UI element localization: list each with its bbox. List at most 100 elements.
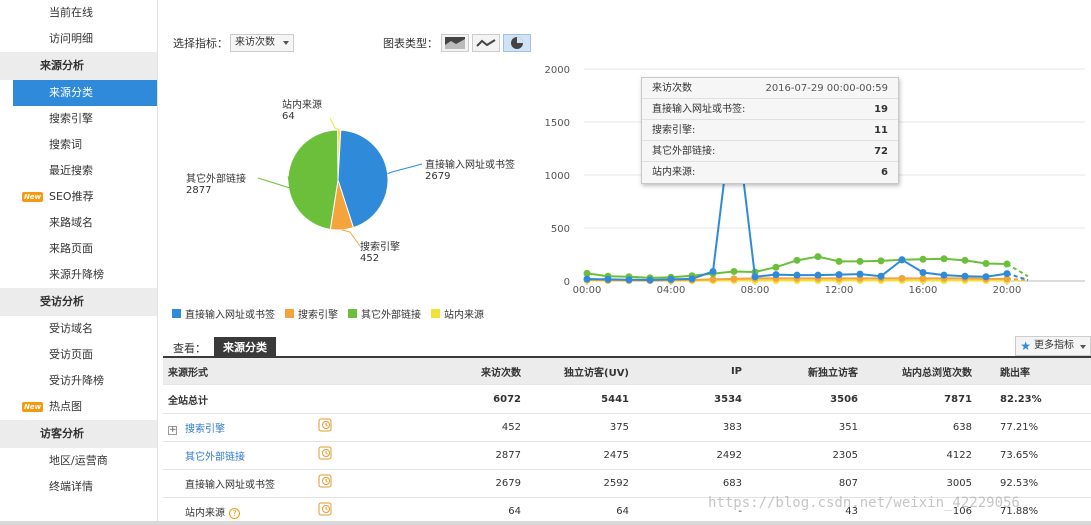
- source-link[interactable]: 搜索引擎: [185, 424, 225, 435]
- sidebar-item[interactable]: 地区/运营商: [0, 448, 157, 474]
- data-point[interactable]: [835, 271, 843, 279]
- data-point[interactable]: [583, 275, 591, 283]
- sidebar-item[interactable]: New 热点图: [0, 394, 157, 420]
- trend-chart-icon[interactable]: [318, 418, 332, 432]
- data-point[interactable]: [877, 257, 885, 265]
- legend-label: 其它外部链接: [361, 310, 421, 321]
- data-point[interactable]: [751, 273, 759, 281]
- data-point[interactable]: [877, 272, 885, 280]
- table-cell: 2475: [603, 450, 629, 461]
- trend-chart-icon[interactable]: [318, 502, 332, 516]
- trend-chart-icon[interactable]: [318, 446, 332, 460]
- table-cell: 807: [838, 478, 858, 489]
- source-label: 站内来源: [185, 508, 225, 519]
- data-point[interactable]: [1003, 270, 1011, 278]
- data-point[interactable]: [772, 263, 780, 271]
- data-point[interactable]: [814, 253, 822, 261]
- data-point[interactable]: [919, 255, 927, 263]
- tooltip-title: 来访次数: [652, 83, 692, 94]
- table-cell: 64: [508, 506, 521, 517]
- sidebar-item[interactable]: New SEO推荐: [0, 184, 157, 210]
- sidebar-item-label: 最近搜索: [49, 164, 93, 177]
- column-header[interactable]: 独立访客(UV): [521, 364, 629, 379]
- sidebar-item[interactable]: 受访页面: [0, 342, 157, 368]
- data-point[interactable]: [646, 276, 654, 284]
- column-header[interactable]: 新独立访客: [742, 364, 858, 379]
- data-point[interactable]: [856, 257, 864, 265]
- column-header[interactable]: 站内总浏览次数: [858, 364, 972, 379]
- legend-item[interactable]: 站内来源: [431, 306, 484, 321]
- data-point[interactable]: [772, 271, 780, 279]
- data-point[interactable]: [940, 255, 948, 263]
- pie-label-name: 其它外部链接: [186, 172, 246, 185]
- source-name-cell: 其它外部链接: [163, 446, 463, 463]
- data-point[interactable]: [961, 256, 969, 264]
- sidebar-item[interactable]: 受访升降榜: [0, 368, 157, 394]
- pie-label-name: 直接输入网址或书签: [425, 158, 515, 171]
- tooltip-header: 来访次数 2016-07-29 00:00-00:59: [642, 78, 898, 99]
- data-point[interactable]: [1003, 260, 1011, 268]
- table-row: + 搜索引擎 452 375 383 351 638 77.21%: [163, 414, 1091, 442]
- source-link[interactable]: 其它外部链接: [185, 452, 245, 463]
- data-point[interactable]: [730, 267, 738, 275]
- legend-item[interactable]: 其它外部链接: [348, 306, 421, 321]
- metric-dropdown[interactable]: 来访次数: [230, 34, 294, 52]
- sidebar-item[interactable]: 来路页面: [0, 236, 157, 262]
- table-cell: 683: [722, 478, 742, 489]
- data-point[interactable]: [940, 271, 948, 279]
- data-point[interactable]: [625, 276, 633, 284]
- horizontal-scrollbar[interactable]: [0, 521, 1091, 525]
- column-header[interactable]: 跳出率: [972, 364, 1082, 379]
- data-point[interactable]: [604, 275, 612, 283]
- table-cell: 383: [722, 422, 742, 433]
- table-row: 直接输入网址或书签 2679 2592 683 807 3005 92.53%: [163, 470, 1091, 498]
- legend-item[interactable]: 搜索引擎: [285, 306, 338, 321]
- sidebar-item[interactable]: 搜索引擎: [0, 106, 157, 132]
- line-chart-button[interactable]: [472, 34, 500, 52]
- data-point[interactable]: [688, 275, 696, 283]
- sidebar-item[interactable]: 来源升降榜: [0, 262, 157, 288]
- data-point[interactable]: [793, 271, 801, 279]
- pie-chart-button[interactable]: [503, 34, 531, 52]
- data-point[interactable]: [856, 270, 864, 278]
- data-point[interactable]: [961, 272, 969, 280]
- sidebar-item[interactable]: 来路域名: [0, 210, 157, 236]
- expand-icon[interactable]: +: [168, 426, 177, 435]
- data-point[interactable]: [898, 256, 906, 264]
- data-point[interactable]: [835, 257, 843, 265]
- sidebar-item[interactable]: 受访域名: [0, 316, 157, 342]
- data-point[interactable]: [919, 269, 927, 277]
- pie-leader-line: [329, 117, 340, 131]
- column-header[interactable]: 来访次数: [463, 364, 521, 379]
- sidebar-item[interactable]: 当前在线: [0, 0, 157, 26]
- trend-chart-icon[interactable]: [318, 474, 332, 488]
- view-bar: 查看： 来源分类 ★ 更多指标: [163, 336, 1091, 358]
- sidebar-item[interactable]: 搜索词: [0, 132, 157, 158]
- pie-slice[interactable]: [287, 129, 339, 230]
- data-point[interactable]: [667, 275, 675, 283]
- data-point[interactable]: [709, 267, 717, 275]
- help-icon[interactable]: ?: [229, 508, 240, 519]
- sidebar-item[interactable]: 最近搜索: [0, 158, 157, 184]
- table-cell: 2877: [495, 450, 521, 461]
- chevron-down-icon: [283, 41, 289, 45]
- table-cell: 2305: [832, 450, 858, 461]
- y-tick-label: 0: [564, 277, 570, 288]
- data-point[interactable]: [793, 256, 801, 264]
- more-metrics-button[interactable]: ★ 更多指标: [1015, 336, 1091, 356]
- data-point[interactable]: [730, 275, 738, 283]
- data-point[interactable]: [814, 271, 822, 279]
- data-point[interactable]: [898, 274, 906, 282]
- area-chart-button[interactable]: [441, 34, 469, 52]
- sidebar-item[interactable]: 来源分类: [13, 80, 157, 106]
- data-point[interactable]: [982, 260, 990, 268]
- source-name-cell: 站内来源?: [163, 502, 463, 519]
- data-point[interactable]: [982, 273, 990, 281]
- column-header[interactable]: IP: [629, 366, 742, 377]
- sidebar-item[interactable]: 访问明细: [0, 26, 157, 52]
- pie-label-value: 2877: [186, 185, 211, 196]
- legend-item[interactable]: 直接输入网址或书签: [172, 306, 275, 321]
- sidebar-item-label: 来源分析: [40, 59, 84, 72]
- tab-source-category[interactable]: 来源分类: [214, 337, 276, 358]
- sidebar-item[interactable]: 终端详情: [0, 474, 157, 500]
